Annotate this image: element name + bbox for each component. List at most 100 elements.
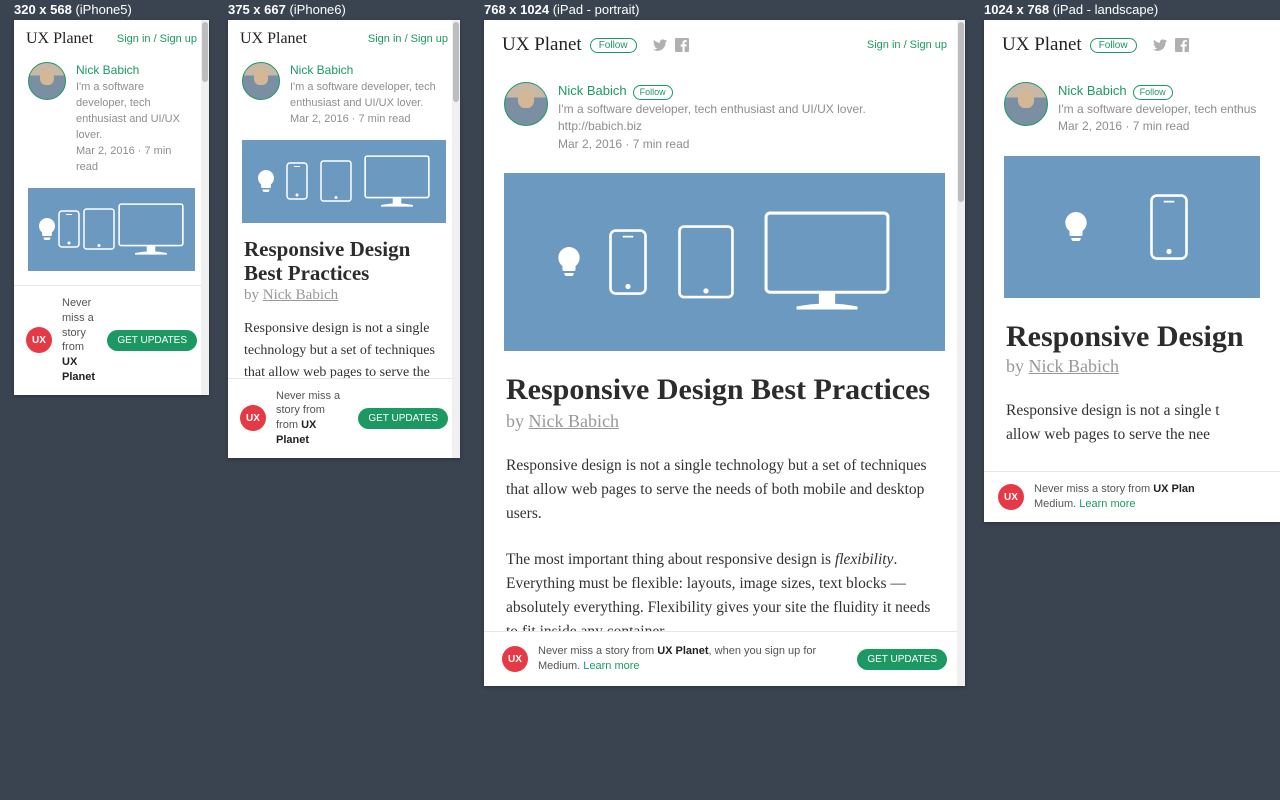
- hero-image: [1004, 156, 1260, 298]
- get-updates-button[interactable]: GET UPDATES: [358, 408, 448, 429]
- brand-link[interactable]: UX Planet: [1002, 34, 1082, 56]
- twitter-icon[interactable]: [1153, 38, 1167, 52]
- signin-link[interactable]: Sign in / Sign up: [117, 33, 197, 45]
- footer-cta: UX Never miss a story from from UX Plane…: [228, 378, 460, 458]
- footer-cta: UX Never miss a story from UX PlanMedium…: [984, 471, 1280, 522]
- author-bio: I'm a software developer, tech enthusias…: [558, 101, 945, 136]
- bulb-icon: [557, 247, 581, 276]
- article-byline: by Nick Babich: [506, 411, 943, 432]
- article-byline: by Nick Babich: [244, 287, 444, 304]
- viewport-label-4: 1024 x 768 (iPad - landscape): [984, 2, 1158, 17]
- follow-button[interactable]: Follow: [590, 38, 637, 53]
- footer-text: Never miss a story from from UX Planet: [276, 389, 348, 448]
- header: UX Planet Sign in / Sign up: [228, 20, 460, 54]
- follow-author-button[interactable]: Follow: [633, 85, 673, 100]
- get-updates-button[interactable]: GET UPDATES: [107, 330, 197, 351]
- phone-icon: [57, 209, 81, 249]
- article-paragraph: Responsive design is not a single techno…: [506, 454, 943, 526]
- tablet-icon: [319, 159, 353, 203]
- author-block: Nick Babich I'm a software developer, te…: [228, 54, 460, 140]
- byline-author-link[interactable]: Nick Babich: [263, 287, 338, 303]
- facebook-icon[interactable]: [675, 38, 689, 52]
- scrollbar-thumb[interactable]: [202, 22, 208, 82]
- hero-image: [504, 173, 945, 351]
- learn-more-link[interactable]: Learn more: [1079, 498, 1135, 510]
- author-meta-line: Mar 2, 2016 · 7 min read: [290, 112, 446, 128]
- author-avatar[interactable]: [504, 82, 548, 126]
- viewport-label-3: 768 x 1024 (iPad - portrait): [484, 2, 639, 17]
- footer-text: Never miss a story from UX PlanMedium. L…: [1034, 482, 1195, 512]
- article-title: Responsive Design Best Practices: [506, 373, 943, 408]
- author-meta-line: Mar 2, 2016 · 7 min read: [1058, 118, 1256, 135]
- author-bio: I'm a software developer, tech enthus: [1058, 101, 1256, 118]
- author-block: Nick Babich Follow I'm a software develop…: [984, 64, 1280, 156]
- tablet-icon: [82, 207, 116, 251]
- header: UX Planet Follow Sign in / Sign up: [484, 20, 965, 64]
- hero-image: [242, 140, 446, 223]
- scrollbar[interactable]: [452, 20, 460, 458]
- signin-link[interactable]: Sign in / Sign up: [867, 39, 947, 51]
- bulb-icon: [257, 170, 275, 192]
- byline-author-link[interactable]: Nick Babich: [529, 411, 619, 431]
- author-name-link[interactable]: Nick Babich: [76, 63, 139, 77]
- viewport-iphone5: UX Planet Sign in / Sign up Nick Babich …: [14, 20, 209, 395]
- monitor-icon: [363, 154, 431, 209]
- ux-badge-icon: UX: [502, 646, 528, 672]
- byline-author-link[interactable]: Nick Babich: [1029, 356, 1119, 376]
- viewport-ipad-landscape: UX Planet Follow Nick Babich Follow I'm a…: [984, 20, 1280, 522]
- article-title: Responsive Design Best Practices: [244, 237, 444, 285]
- footer-cta: UX Never miss a story from UX Planet, wh…: [484, 631, 965, 686]
- scrollbar-thumb[interactable]: [958, 22, 964, 202]
- author-name-link[interactable]: Nick Babich: [290, 63, 353, 77]
- phone-icon: [1148, 192, 1190, 262]
- monitor-icon: [762, 209, 892, 315]
- article-title: Responsive Design: [1006, 320, 1258, 355]
- header: UX Planet Follow: [984, 20, 1280, 64]
- ux-badge-icon: UX: [998, 484, 1024, 510]
- signin-link[interactable]: Sign in / Sign up: [368, 33, 448, 45]
- phone-icon: [285, 161, 309, 201]
- learn-more-link[interactable]: Learn more: [583, 660, 639, 672]
- author-avatar[interactable]: [28, 62, 66, 100]
- scrollbar-thumb[interactable]: [453, 22, 459, 102]
- twitter-icon[interactable]: [653, 38, 667, 52]
- header: UX Planet Sign in / Sign up: [14, 20, 209, 54]
- author-block: Nick Babich I'm a software developer, te…: [14, 54, 209, 188]
- author-meta-line: Mar 2, 2016 · 7 min read: [558, 136, 945, 153]
- follow-author-button[interactable]: Follow: [1133, 85, 1173, 100]
- author-name-link[interactable]: Nick Babich: [1058, 83, 1127, 98]
- ux-badge-icon: UX: [26, 327, 52, 353]
- brand-link[interactable]: UX Planet: [502, 34, 582, 56]
- tablet-icon: [676, 223, 736, 301]
- brand-link[interactable]: UX Planet: [26, 30, 93, 48]
- article-paragraph: Responsive design is not a single tallow…: [1006, 399, 1258, 447]
- author-avatar[interactable]: [242, 62, 280, 100]
- footer-cta: UX Never miss a story from UX Planet GET…: [14, 285, 209, 395]
- author-bio: I'm a software developer, tech enthusias…: [290, 80, 446, 112]
- monitor-icon: [117, 202, 185, 257]
- article-byline: by Nick Babich: [1006, 356, 1258, 377]
- author-name-link[interactable]: Nick Babich: [558, 83, 627, 98]
- phone-icon: [607, 227, 649, 297]
- footer-text: Never miss a story from UX Planet, when …: [538, 644, 847, 674]
- scrollbar[interactable]: [201, 20, 209, 395]
- viewport-ipad-portrait: UX Planet Follow Sign in / Sign up Nick …: [484, 20, 965, 686]
- follow-button[interactable]: Follow: [1090, 38, 1137, 53]
- viewport-iphone6: UX Planet Sign in / Sign up Nick Babich …: [228, 20, 460, 458]
- viewport-label-1: 320 x 568 (iPhone5): [14, 2, 132, 17]
- hero-image: [28, 188, 195, 271]
- facebook-icon[interactable]: [1175, 38, 1189, 52]
- brand-link[interactable]: UX Planet: [240, 30, 307, 48]
- author-avatar[interactable]: [1004, 82, 1048, 126]
- author-bio: I'm a software developer, tech enthusias…: [76, 80, 195, 144]
- bulb-icon: [1064, 212, 1088, 241]
- footer-text: Never miss a story from UX Planet: [62, 296, 97, 385]
- bulb-icon: [38, 218, 56, 240]
- article-paragraph: The most important thing about responsiv…: [506, 548, 943, 644]
- ux-badge-icon: UX: [240, 405, 266, 431]
- scrollbar[interactable]: [957, 20, 965, 686]
- get-updates-button[interactable]: GET UPDATES: [857, 649, 947, 670]
- author-block: Nick Babich Follow I'm a software develop…: [484, 64, 965, 173]
- viewport-label-2: 375 x 667 (iPhone6): [228, 2, 346, 17]
- author-meta-line: Mar 2, 2016 · 7 min read: [76, 144, 195, 176]
